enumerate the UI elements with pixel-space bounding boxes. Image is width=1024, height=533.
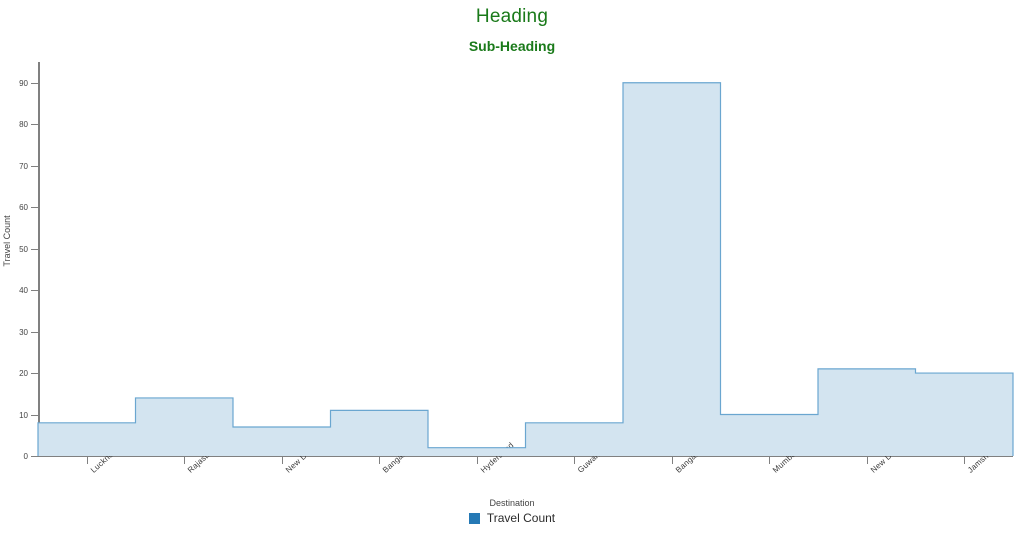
- y-tick-mark: [31, 248, 38, 250]
- y-tick-label: 80: [19, 120, 28, 130]
- y-tick-label: 90: [19, 78, 28, 88]
- y-tick-label: 20: [19, 369, 28, 379]
- y-tick-mark: [31, 124, 38, 126]
- y-tick-label: 10: [19, 410, 28, 420]
- chart-subtitle: Sub-Heading: [468, 38, 556, 54]
- y-tick-mark: [31, 207, 38, 209]
- x-axis-title: Destination: [489, 498, 535, 508]
- x-tick-mark: [769, 457, 771, 464]
- x-tick-mark: [184, 457, 186, 464]
- plot-area: [37, 62, 1014, 457]
- x-tick-mark: [866, 457, 868, 464]
- legend-swatch-icon: [468, 512, 480, 524]
- x-tick-mark: [671, 457, 673, 464]
- y-tick-mark: [31, 82, 38, 84]
- chart-legend: Travel Count: [0, 511, 1024, 525]
- y-tick-mark: [31, 414, 38, 416]
- y-tick-mark: [31, 290, 38, 292]
- x-tick-mark: [964, 457, 966, 464]
- x-tick-mark: [281, 457, 283, 464]
- legend-item[interactable]: Travel Count: [468, 511, 556, 525]
- chart-title: Heading: [475, 6, 549, 27]
- y-axis-title: Travel Count: [2, 215, 12, 267]
- y-tick-mark: [31, 456, 38, 457]
- y-tick-label: 0: [23, 452, 28, 461]
- travel-count-area-series: [37, 82, 1014, 457]
- y-tick-mark: [31, 165, 38, 167]
- y-tick-mark: [31, 331, 38, 333]
- chart-container: Heading Sub-Heading 0 10 20 30 40 50 60 70 80 90 …: [0, 0, 1024, 533]
- x-tick-mark: [86, 457, 88, 464]
- legend-label: Travel Count: [486, 511, 556, 525]
- y-tick-mark: [31, 373, 38, 375]
- x-tick-mark: [476, 457, 478, 464]
- area-fill: [38, 82, 1013, 457]
- x-tick-mark: [574, 457, 576, 464]
- x-tick-mark: [379, 457, 381, 464]
